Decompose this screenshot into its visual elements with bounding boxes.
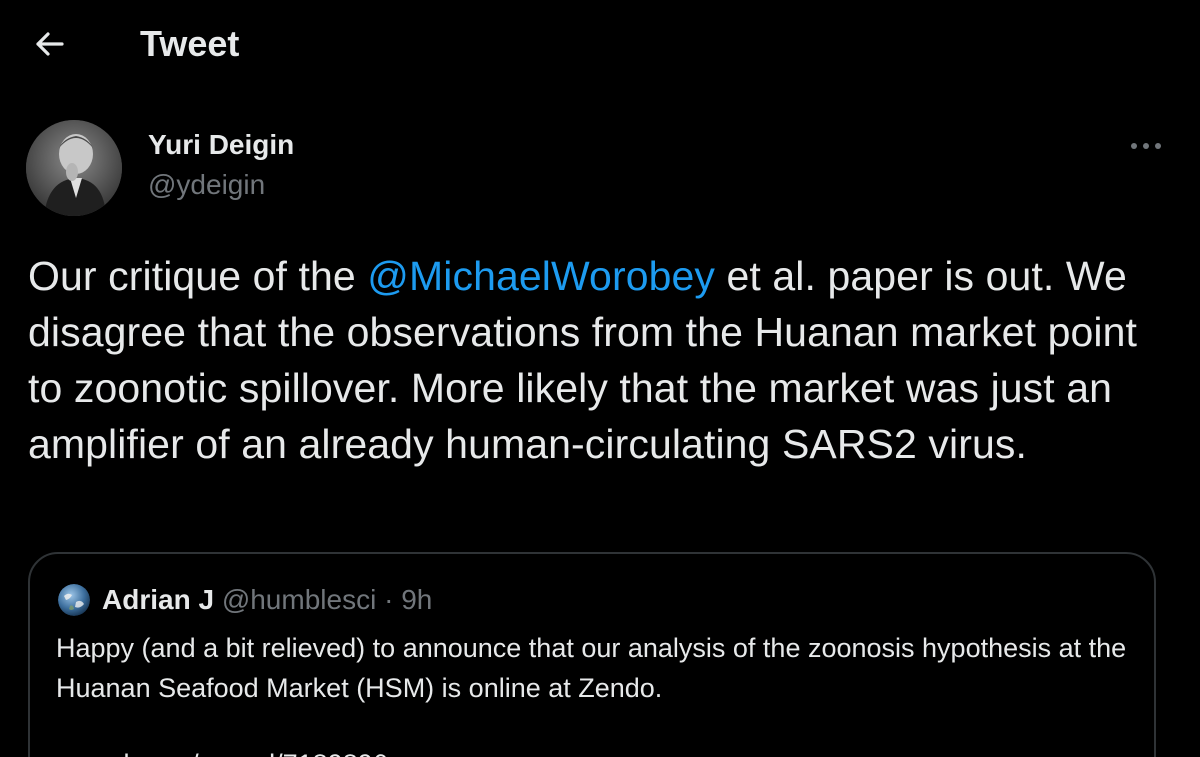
tweet-author: Yuri Deigin @ydeigin [26,120,1176,216]
more-horizontal-icon [1131,143,1161,149]
tweet-text: Our critique of the @MichaelWorobey et a… [28,248,1168,472]
top-bar: Tweet [0,0,1200,88]
separator-dot: · [384,584,394,615]
author-avatar[interactable] [26,120,122,216]
author-name[interactable]: Yuri Deigin [148,128,294,162]
quoted-tweet-text: Happy (and a bit relieved) to announce t… [56,633,1127,703]
author-avatar-image [26,120,122,216]
quoted-tweet-card[interactable]: Adrian J @humblesci · 9h Happy (and a bi… [28,552,1156,757]
quoted-tweet-link[interactable]: zenodo.org/record/7189896 [56,744,388,757]
quoted-tweet-time: 9h [401,584,433,615]
tweet-text-part-1: Our critique of the [28,253,368,299]
globe-avatar-icon [58,584,90,616]
back-button[interactable] [22,22,76,66]
author-handle[interactable]: @ydeigin [148,168,265,202]
quoted-author-avatar [58,584,90,616]
quoted-author-name: Adrian J [102,584,215,615]
quoted-tweet-header: Adrian J @humblesci · 9h [102,582,432,618]
more-options-button[interactable] [1126,132,1166,160]
quoted-author-handle: @humblesci [221,584,377,615]
mention-link[interactable]: @MichaelWorobey [367,253,715,299]
page-title: Tweet [140,23,240,64]
arrow-left-icon [36,32,64,56]
